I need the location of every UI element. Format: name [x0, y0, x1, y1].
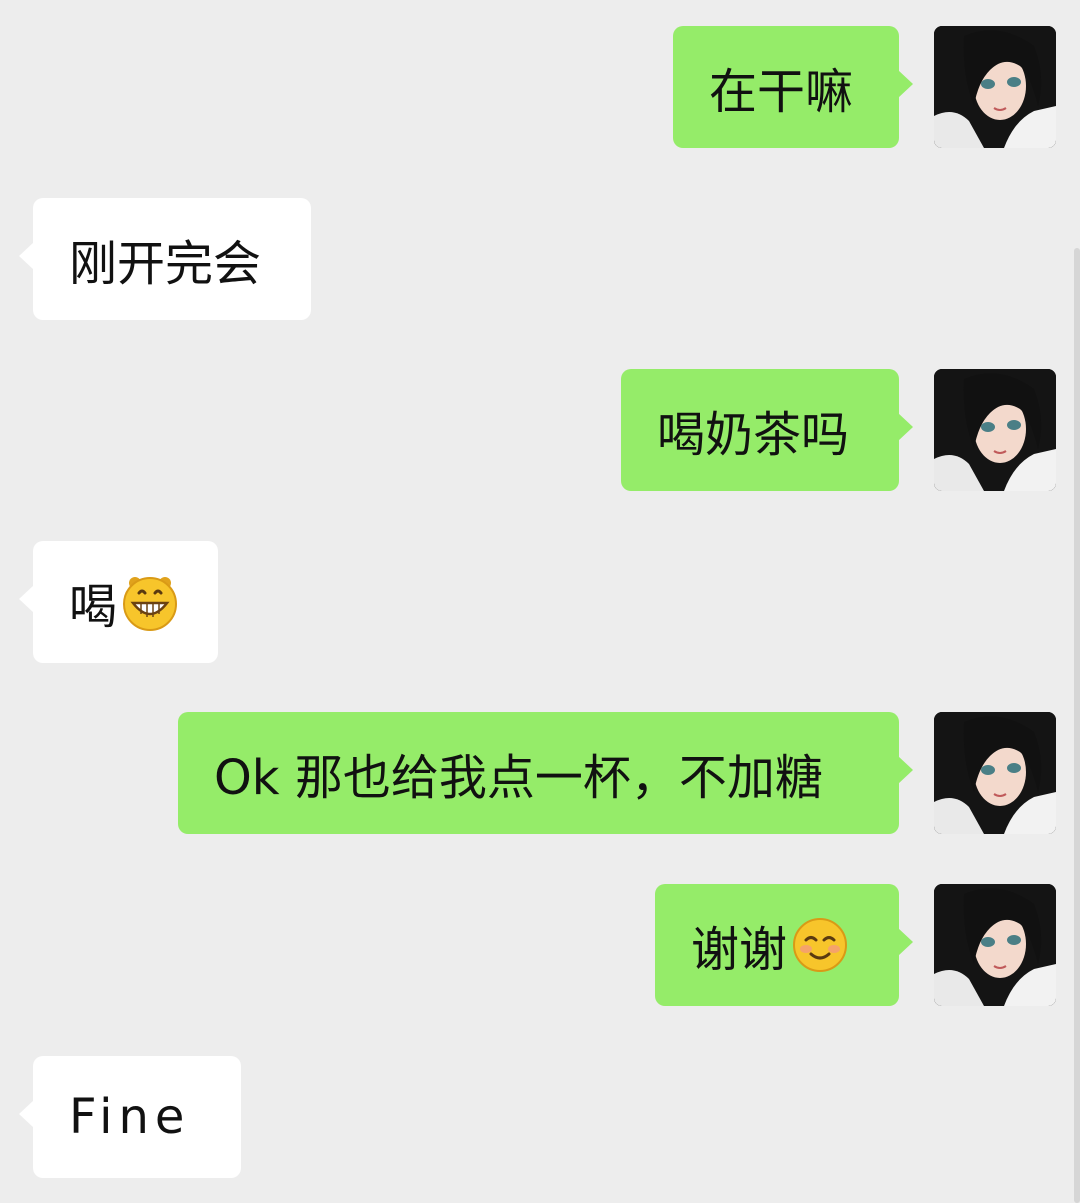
avatar[interactable] [934, 26, 1056, 148]
scrollbar[interactable] [1074, 248, 1080, 1203]
avatar[interactable] [934, 712, 1056, 834]
message-bubble-incoming[interactable]: Fine [19, 1056, 241, 1178]
message-text: 喝 [69, 579, 118, 635]
avatar[interactable] [934, 884, 1056, 1006]
message-bubble-outgoing[interactable]: Ok 那也给我点一杯，不加糖 [178, 712, 913, 834]
message-bubble-incoming[interactable]: 喝 [19, 541, 218, 663]
smiling-face-emoji-icon [791, 916, 849, 974]
message-text: 喝奶茶吗 [657, 407, 850, 463]
message-bubble-outgoing[interactable]: 在干嘛 [673, 26, 913, 148]
avatar[interactable] [934, 369, 1056, 491]
chat-message-list[interactable]: 在干嘛 刚开完会 喝奶茶吗 喝 Ok 那也给我点一杯，不加糖 谢谢 Fine [0, 0, 1080, 1203]
message-text: Ok 那也给我点一杯，不加糖 [214, 750, 823, 806]
anime-girl-avatar-icon [934, 369, 1056, 491]
message-text: Fine [69, 1089, 191, 1145]
message-text: 在干嘛 [709, 64, 854, 120]
message-bubble-incoming[interactable]: 刚开完会 [19, 198, 311, 320]
grinning-face-emoji-icon [121, 573, 179, 631]
anime-girl-avatar-icon [934, 26, 1056, 148]
anime-girl-avatar-icon [934, 712, 1056, 834]
message-text: 刚开完会 [69, 236, 262, 292]
anime-girl-avatar-icon [934, 884, 1056, 1006]
message-bubble-outgoing[interactable]: 喝奶茶吗 [621, 369, 913, 491]
message-bubble-outgoing[interactable]: 谢谢 [655, 884, 913, 1006]
message-text: 谢谢 [691, 922, 788, 978]
